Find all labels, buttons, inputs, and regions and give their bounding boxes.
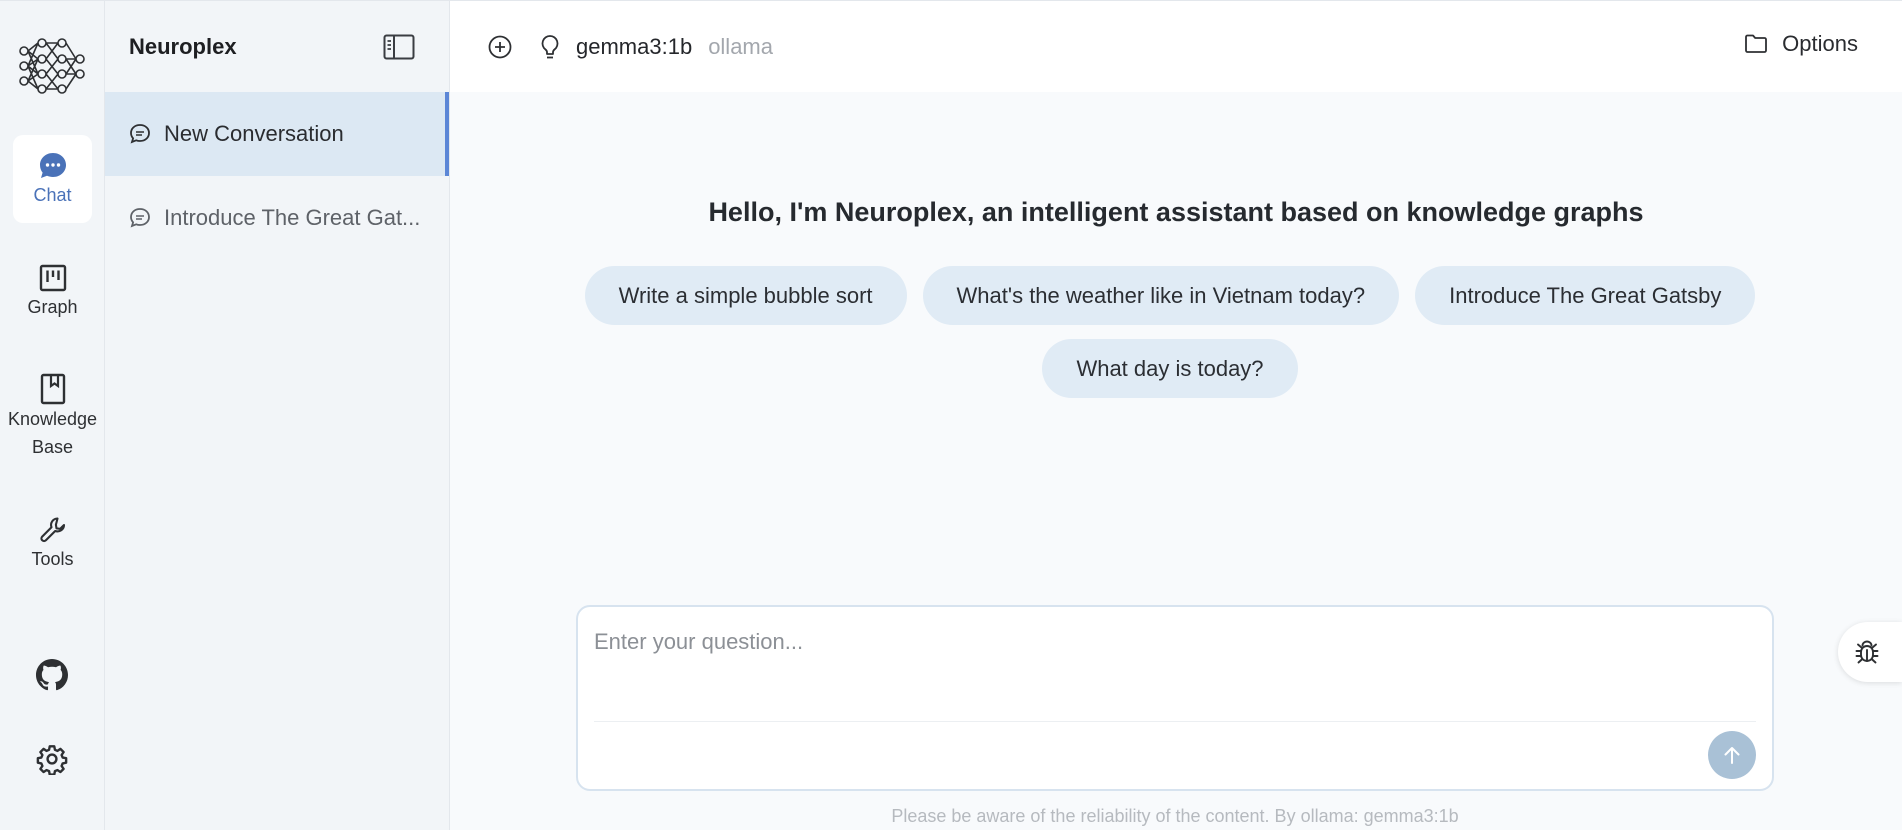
question-input[interactable] [594, 629, 1734, 709]
neural-network-logo-icon [19, 38, 85, 94]
reliability-disclaimer: Please be aware of the reliability of th… [576, 801, 1774, 830]
nav-item-knowledge-base[interactable]: Knowledge Base [8, 373, 97, 461]
suggestion-chips: Write a simple bubble sort What's the we… [570, 266, 1770, 398]
gear-icon[interactable] [36, 743, 68, 775]
suggestion-chip[interactable]: Introduce The Great Gatsby [1415, 266, 1756, 325]
conversation-title: New Conversation [164, 121, 344, 146]
chat-topbar: gemma3:1b ollama Options [450, 1, 1902, 92]
app-root: Chat Graph Knowledge Base Tools Neurople… [0, 0, 1902, 830]
question-input-box [576, 605, 1774, 791]
chat-bubble-icon [39, 153, 66, 178]
sidebar-header: Neuroplex [105, 1, 449, 92]
options-button[interactable]: Options [1744, 31, 1858, 57]
chat-bubbles-icon [130, 124, 150, 144]
sidebar-title: Neuroplex [129, 33, 237, 59]
input-divider [594, 721, 1756, 722]
nav-item-label: Knowledge Base [7, 409, 98, 457]
send-button[interactable] [1708, 731, 1756, 779]
nav-item-graph[interactable]: Graph [13, 263, 92, 321]
sidebar-toggle-icon[interactable] [383, 34, 415, 60]
lightbulb-icon[interactable] [536, 33, 564, 61]
nav-rail: Chat Graph Knowledge Base Tools [0, 1, 105, 830]
new-chat-plus-icon[interactable] [486, 33, 514, 61]
chat-bubbles-icon [130, 208, 150, 228]
nav-item-tools[interactable]: Tools [13, 515, 92, 573]
nav-item-label: Chat [33, 185, 72, 205]
nav-item-label: Graph [27, 297, 78, 317]
suggestion-chip[interactable]: What's the weather like in Vietnam today… [922, 266, 1400, 325]
folder-icon [1745, 34, 1768, 53]
suggestion-chip[interactable]: Write a simple bubble sort [584, 266, 907, 325]
conversation-item[interactable]: Introduce The Great Gat... [105, 176, 449, 260]
greeting-heading: Hello, I'm Neuroplex, an intelligent ass… [708, 197, 1644, 227]
suggestion-chip[interactable]: What day is today? [1042, 339, 1298, 398]
nav-item-chat[interactable]: Chat [13, 135, 92, 223]
conversation-item[interactable]: New Conversation [105, 92, 449, 176]
debug-button[interactable] [1838, 622, 1902, 682]
conversation-sidebar: Neuroplex New Conversation Introduce The… [105, 1, 450, 830]
github-icon[interactable] [36, 659, 68, 691]
arrow-up-icon [1724, 747, 1740, 764]
model-provider: ollama [708, 33, 773, 59]
book-icon [40, 373, 65, 405]
conversation-title: Introduce The Great Gat... [164, 205, 421, 230]
bug-icon [1855, 640, 1879, 664]
graph-board-icon [39, 264, 66, 292]
wrench-icon [39, 517, 65, 543]
options-label: Options [1782, 31, 1858, 56]
nav-item-label: Tools [31, 549, 74, 569]
model-name[interactable]: gemma3:1b [576, 34, 692, 60]
chat-main: gemma3:1b ollama Options Hello, I'm Neur… [450, 1, 1902, 830]
